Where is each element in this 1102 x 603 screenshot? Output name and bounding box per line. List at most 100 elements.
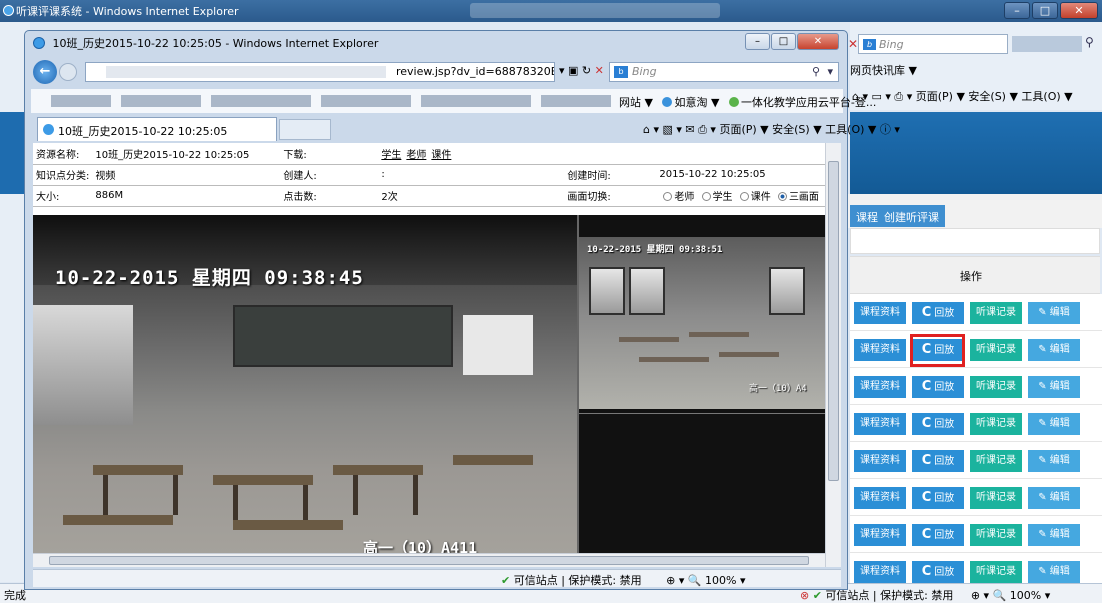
resource-info-table: 资源名称: 10班_历史2015-10-22 10:25:05 下载: 学生 老师…	[33, 143, 825, 207]
video-student-view[interactable]: 10-22-2015 星期四 09:38:51 高一（10）A4	[579, 237, 825, 409]
radio-teacher[interactable]	[663, 192, 673, 201]
search-input[interactable]: b Bing ⚲ ▾	[609, 62, 839, 82]
filter-bar	[850, 228, 1100, 254]
review-record-button[interactable]: 听课记录	[970, 561, 1022, 583]
forward-button[interactable]	[59, 63, 77, 81]
maximize-button[interactable]: □	[771, 33, 796, 50]
review-record-button[interactable]: 听课记录	[970, 524, 1022, 546]
course-material-button[interactable]: 课程资料	[854, 524, 906, 546]
command-bar-menus[interactable]: 页面(P) ▼ 安全(S) ▼ 工具(O) ▼	[719, 123, 876, 136]
radio-three-view-label[interactable]: 三画面	[789, 192, 819, 203]
edit-button[interactable]: ✎ 编辑	[1028, 413, 1080, 435]
blurred-favorite	[541, 95, 611, 107]
review-record-button[interactable]: 听课记录	[970, 339, 1022, 361]
radio-student[interactable]	[701, 192, 711, 201]
favorite-ruyitao[interactable]: 如意淘 ▼	[674, 96, 719, 109]
blurred-favorite	[51, 95, 111, 107]
stop-icon[interactable]: ✕	[848, 37, 858, 51]
radio-teacher-label[interactable]: 老师	[674, 192, 694, 203]
minimize-button[interactable]: –	[1004, 2, 1030, 19]
tab-create-review[interactable]: 创建听评课	[878, 205, 945, 227]
new-tab-button[interactable]	[279, 119, 331, 140]
horizontal-scrollbar[interactable]	[33, 553, 825, 567]
video-player[interactable]: 10-22-2015 星期四 09:38:45 高一（10）A411 10-22…	[33, 215, 825, 555]
edit-button[interactable]: ✎ 编辑	[1028, 376, 1080, 398]
edit-button[interactable]: ✎ 编辑	[1028, 339, 1080, 361]
background-command-bar[interactable]: ⌂ ▾ ▭ ▾ ⎙ ▾ 页面(P) ▼ 安全(S) ▼ 工具(O) ▼	[852, 88, 1073, 104]
command-bar-menus[interactable]: 页面(P) ▼ 安全(S) ▼ 工具(O) ▼	[916, 90, 1073, 103]
course-material-button[interactable]: 课程资料	[854, 413, 906, 435]
download-courseware-link[interactable]: 课件	[431, 150, 451, 161]
replay-button[interactable]: C 回放	[912, 524, 964, 546]
replay-icon: C	[921, 379, 932, 394]
print-icon[interactable]: ⎙ ▾	[698, 123, 719, 136]
course-material-button[interactable]: 课程资料	[854, 302, 906, 324]
favorite-cloud-platform[interactable]: 一体化教学应用云平台-登...	[741, 96, 876, 109]
zoom-icon[interactable]: ⊕ ▾ 🔍	[666, 574, 701, 587]
course-material-button[interactable]: 课程资料	[854, 376, 906, 398]
search-icon[interactable]: ⚲	[812, 65, 820, 78]
edit-button[interactable]: ✎ 编辑	[1028, 524, 1080, 546]
favorite-sites[interactable]: 网站 ▼	[619, 96, 653, 109]
review-record-button[interactable]: 听课记录	[970, 413, 1022, 435]
radio-three-view[interactable]	[777, 192, 787, 201]
tab-label: 10班_历史2015-10-22 10:25:05	[58, 125, 228, 138]
close-button[interactable]: ✕	[1060, 2, 1098, 19]
help-icon[interactable]: ⓘ ▾	[880, 123, 900, 136]
edit-icon: ✎	[1038, 529, 1050, 540]
feeds-icon[interactable]: ▧ ▾	[663, 123, 686, 136]
close-button[interactable]: ✕	[797, 33, 839, 50]
maximize-button[interactable]: □	[1032, 2, 1058, 19]
blurred-favorite	[421, 95, 531, 107]
background-search-box[interactable]: b Bing	[858, 34, 1008, 54]
download-student-link[interactable]: 学生	[381, 150, 401, 161]
radio-courseware[interactable]	[739, 192, 749, 201]
replay-button[interactable]: C 回放	[912, 561, 964, 583]
stop-icon[interactable]: ✕	[595, 64, 604, 77]
back-button[interactable]: ←	[33, 60, 57, 84]
review-record-button[interactable]: 听课记录	[970, 487, 1022, 509]
scrollbar-thumb[interactable]	[828, 161, 839, 481]
favorites-web-slice[interactable]: 网页快讯库 ▼	[850, 62, 917, 78]
course-material-button[interactable]: 课程资料	[854, 487, 906, 509]
course-material-button[interactable]: 课程资料	[854, 561, 906, 583]
label-size: 大小:	[33, 185, 93, 207]
table-row: 课程资料 C 回放 听课记录 ✎ 编辑	[850, 368, 1102, 405]
course-material-button[interactable]: 课程资料	[854, 339, 906, 361]
replay-button[interactable]: C 回放	[912, 450, 964, 472]
review-record-button[interactable]: 听课记录	[970, 376, 1022, 398]
replay-button[interactable]: C 回放	[912, 413, 964, 435]
scrollbar-thumb[interactable]	[49, 556, 809, 565]
replay-button[interactable]: C 回放	[912, 302, 964, 324]
download-teacher-link[interactable]: 老师	[406, 150, 426, 161]
status-text: 完成	[4, 589, 26, 602]
chevron-down-icon[interactable]: ▾	[827, 65, 833, 78]
review-record-button[interactable]: 听课记录	[970, 302, 1022, 324]
edit-button[interactable]: ✎ 编辑	[1028, 450, 1080, 472]
minimize-button[interactable]: –	[745, 33, 770, 50]
vertical-scrollbar[interactable]	[825, 143, 841, 567]
home-icon[interactable]: ⌂ ▾	[643, 123, 663, 136]
edit-button[interactable]: ✎ 编辑	[1028, 487, 1080, 509]
edit-button[interactable]: ✎ 编辑	[1028, 302, 1080, 324]
bing-icon: b	[614, 66, 628, 78]
table-row: 课程资料 C 回放 听课记录 ✎ 编辑	[850, 294, 1102, 331]
zoom-level[interactable]: 100%	[1010, 589, 1041, 602]
mail-icon[interactable]: ✉	[685, 123, 698, 136]
tab-current-page[interactable]: 10班_历史2015-10-22 10:25:05	[37, 117, 277, 141]
zoom-level[interactable]: 100%	[705, 574, 736, 587]
address-bar[interactable]: review.jsp?dv_id=68878320EAA74EE59B	[85, 62, 555, 82]
edit-button[interactable]: ✎ 编辑	[1028, 561, 1080, 583]
refresh-icon[interactable]: ↻	[582, 64, 595, 77]
review-record-button[interactable]: 听课记录	[970, 450, 1022, 472]
radio-courseware-label[interactable]: 课件	[751, 192, 771, 203]
replay-button[interactable]: C 回放	[912, 487, 964, 509]
zoom-icon[interactable]: ⊕ ▾ 🔍	[971, 589, 1006, 602]
replay-button[interactable]: C 回放	[912, 376, 964, 398]
radio-student-label[interactable]: 学生	[713, 192, 733, 203]
popup-titlebar: 10班_历史2015-10-22 10:25:05 - Windows Inte…	[33, 35, 378, 51]
search-icon[interactable]: ⚲	[1085, 35, 1094, 49]
course-material-button[interactable]: 课程资料	[854, 450, 906, 472]
video-main-teacher-view[interactable]: 10-22-2015 星期四 09:38:45 高一（10）A411	[33, 215, 577, 555]
compat-view-icon[interactable]: ▾ ▣	[559, 64, 578, 77]
